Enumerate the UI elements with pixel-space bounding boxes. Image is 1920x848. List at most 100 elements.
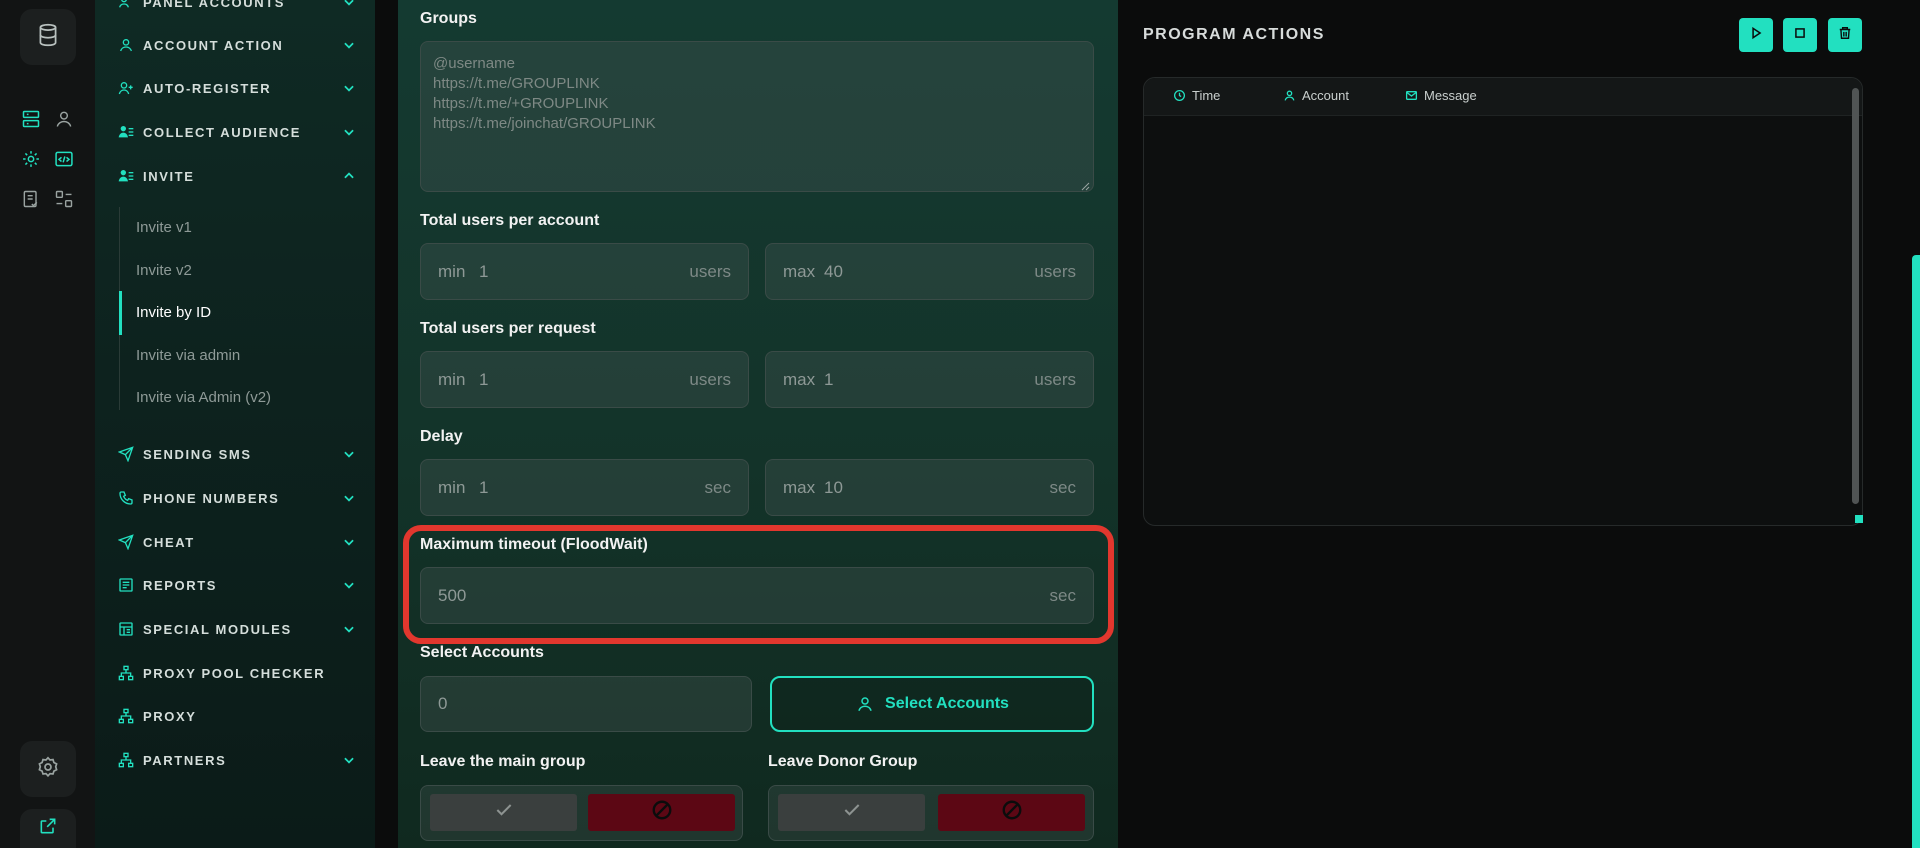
users-per-account-max-input[interactable]: max 40 users bbox=[765, 243, 1094, 300]
highlight-box bbox=[403, 525, 1114, 644]
sidebar-item-label: PANEL ACCOUNTS bbox=[143, 0, 286, 10]
program-actions-panel: PROGRAM ACTIONS Time Account Message bbox=[1118, 0, 1920, 848]
sidebar-item-auto-register[interactable]: AUTO-REGISTER bbox=[117, 74, 357, 102]
min-value: 1 bbox=[479, 261, 489, 281]
phone-icon bbox=[117, 489, 135, 507]
database-button[interactable] bbox=[20, 9, 76, 65]
chevron-down-icon bbox=[341, 37, 357, 53]
play-button[interactable] bbox=[1739, 18, 1773, 52]
sidebar-item-label: PHONE NUMBERS bbox=[143, 490, 280, 506]
send-icon bbox=[117, 445, 135, 463]
unit-suffix: users bbox=[689, 261, 731, 281]
leave-main-yes-button[interactable] bbox=[430, 794, 577, 831]
submenu-item-invite-by-id[interactable]: Invite by ID bbox=[136, 304, 211, 321]
leave-donor-group-toggle bbox=[768, 785, 1094, 841]
sidebar-item-collect-audience[interactable]: COLLECT AUDIENCE bbox=[117, 118, 357, 146]
users-per-request-max-input[interactable]: max 1 users bbox=[765, 351, 1094, 408]
leave-donor-no-button[interactable] bbox=[938, 794, 1085, 831]
sidebar-item-sending-sms[interactable]: SENDING SMS bbox=[117, 440, 357, 468]
groups-placeholder-line: https://t.me/joinchat/GROUPLINK bbox=[433, 115, 656, 132]
leave-main-no-button[interactable] bbox=[588, 794, 735, 831]
stop-button[interactable] bbox=[1783, 18, 1817, 52]
log-resize-corner[interactable] bbox=[1855, 515, 1863, 523]
check-icon bbox=[492, 800, 516, 825]
chevron-down-icon bbox=[341, 752, 357, 768]
sidebar-item-proxy[interactable]: PROXY bbox=[117, 702, 357, 730]
app-root: PANEL ACCOUNTS ACCOUNT ACTION AUTO-REGIS… bbox=[0, 0, 1920, 848]
user-plus-icon bbox=[117, 79, 135, 97]
leave-donor-group-label: Leave Donor Group bbox=[768, 753, 918, 770]
selected-accounts-count-input[interactable]: 0 bbox=[420, 676, 752, 732]
column-message[interactable]: Message bbox=[1404, 88, 1477, 103]
unit-suffix: sec bbox=[1049, 477, 1076, 497]
sidebar-item-reports[interactable]: REPORTS bbox=[117, 571, 357, 599]
chevron-down-icon bbox=[341, 124, 357, 140]
sidebar-item-phone-numbers[interactable]: PHONE NUMBERS bbox=[117, 484, 357, 512]
clear-log-button[interactable] bbox=[1828, 18, 1862, 52]
sidebar-item-special-modules[interactable]: SPECIAL MODULES bbox=[117, 615, 357, 643]
users-per-account-label: Total users per account bbox=[420, 212, 600, 229]
gear-icon[interactable] bbox=[19, 147, 43, 171]
groups-placeholder-line: https://t.me/+GROUPLINK bbox=[433, 95, 609, 112]
column-account[interactable]: Account bbox=[1282, 88, 1349, 103]
sidebar-item-proxy-pool-checker[interactable]: PROXY POOL CHECKER bbox=[117, 659, 357, 687]
delay-max-input[interactable]: max 10 sec bbox=[765, 459, 1094, 516]
sidebar-item-account-action[interactable]: ACCOUNT ACTION bbox=[117, 31, 357, 59]
user-pin-icon[interactable] bbox=[52, 107, 76, 131]
delay-min-input[interactable]: min 1 sec bbox=[420, 459, 749, 516]
settings-icon bbox=[36, 755, 60, 784]
groups-label: Groups bbox=[420, 10, 477, 27]
select-accounts-button-label: Select Accounts bbox=[885, 695, 1009, 712]
unit-suffix: users bbox=[1034, 369, 1076, 389]
server-list-icon[interactable] bbox=[19, 107, 43, 131]
resize-handle-icon[interactable] bbox=[1080, 178, 1090, 191]
min-prefix: min bbox=[438, 261, 466, 281]
column-account-label: Account bbox=[1302, 88, 1349, 103]
external-link-button[interactable] bbox=[20, 809, 76, 848]
modules-icon[interactable] bbox=[52, 187, 76, 211]
code-window-icon[interactable] bbox=[52, 147, 76, 171]
sidebar-item-invite[interactable]: INVITE bbox=[117, 162, 357, 190]
min-prefix: min bbox=[438, 477, 466, 497]
sidebar-item-label: COLLECT AUDIENCE bbox=[143, 124, 302, 140]
icon-rail bbox=[0, 0, 95, 848]
ban-icon bbox=[651, 799, 673, 826]
select-accounts-button[interactable]: Select Accounts bbox=[770, 676, 1094, 732]
submenu-item-invite-v1[interactable]: Invite v1 bbox=[136, 219, 192, 236]
page-scrollbar[interactable] bbox=[1912, 255, 1920, 848]
sidebar-nav: PANEL ACCOUNTS ACCOUNT ACTION AUTO-REGIS… bbox=[95, 0, 375, 848]
module-icon bbox=[117, 620, 135, 638]
max-prefix: max bbox=[783, 369, 816, 389]
users-per-request-min-input[interactable]: min 1 users bbox=[420, 351, 749, 408]
groups-placeholder-line: https://t.me/GROUPLINK bbox=[433, 75, 600, 92]
sidebar-item-panel-accounts[interactable]: PANEL ACCOUNTS bbox=[117, 0, 357, 16]
user-icon bbox=[855, 694, 875, 714]
groups-textarea[interactable]: @username https://t.me/GROUPLINK https:/… bbox=[420, 41, 1094, 192]
groups-placeholder-line: @username bbox=[433, 55, 515, 72]
submenu-item-invite-via-admin-v2[interactable]: Invite via Admin (v2) bbox=[136, 389, 271, 406]
unit-suffix: sec bbox=[704, 477, 731, 497]
leave-donor-yes-button[interactable] bbox=[778, 794, 925, 831]
unit-suffix: users bbox=[689, 369, 731, 389]
log-scrollbar[interactable] bbox=[1852, 88, 1859, 504]
clock-icon bbox=[1172, 89, 1186, 103]
min-value: 1 bbox=[479, 369, 489, 389]
sidebar-item-label: ACCOUNT ACTION bbox=[143, 37, 284, 53]
sidebar-item-cheat[interactable]: CHEAT bbox=[117, 528, 357, 556]
sidebar-item-label: SPECIAL MODULES bbox=[143, 621, 292, 637]
program-actions-title: PROGRAM ACTIONS bbox=[1143, 26, 1325, 43]
submenu-item-invite-v2[interactable]: Invite v2 bbox=[136, 262, 192, 279]
column-time[interactable]: Time bbox=[1172, 88, 1220, 103]
ban-icon bbox=[1001, 799, 1023, 826]
users-per-account-min-input[interactable]: min 1 users bbox=[420, 243, 749, 300]
mail-icon bbox=[1404, 89, 1418, 103]
min-prefix: min bbox=[438, 369, 466, 389]
checklist-icon[interactable] bbox=[19, 187, 43, 211]
sidebar-item-label: AUTO-REGISTER bbox=[143, 80, 272, 96]
sidebar-item-partners[interactable]: PARTNERS bbox=[117, 746, 357, 774]
settings-button[interactable] bbox=[20, 741, 76, 797]
trash-icon bbox=[1838, 25, 1852, 46]
user-icon bbox=[117, 36, 135, 54]
network-icon bbox=[117, 751, 135, 769]
submenu-item-invite-via-admin[interactable]: Invite via admin bbox=[136, 347, 240, 364]
